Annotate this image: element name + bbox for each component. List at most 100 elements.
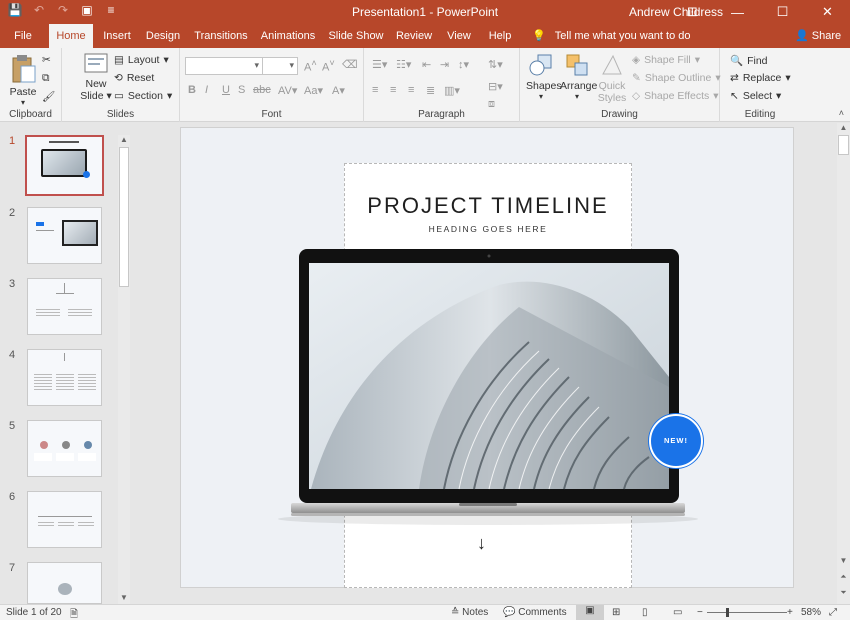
spell-check-icon[interactable]: 🗎 <box>70 607 78 620</box>
ribbon: Paste ▾ ✂ ⧉ 🖌 Clipboard New Slide ▾ ▤ Layo… <box>0 48 850 122</box>
new-slide-button[interactable]: New Slide ▾ <box>80 52 112 102</box>
slide-thumbnail-7[interactable] <box>27 562 102 604</box>
bold-icon[interactable]: B <box>188 84 196 96</box>
font-color-icon[interactable]: A▾ <box>332 84 345 97</box>
drawing-group-label: Drawing <box>601 109 638 120</box>
font-family-select[interactable] <box>185 57 263 75</box>
tell-me-box[interactable]: 💡 Tell me what you want to do <box>532 24 691 48</box>
clipboard-icon <box>12 55 36 83</box>
quick-styles-button[interactable]: Quick Styles <box>596 52 628 104</box>
minimize-button[interactable]: — <box>715 0 760 24</box>
section-button[interactable]: ▭ Section ▾ <box>114 90 172 102</box>
reset-button[interactable]: ⟲ Reset <box>114 72 154 84</box>
tab-slide-show[interactable]: Slide Show <box>327 24 385 48</box>
close-button[interactable]: ✕ <box>805 0 850 24</box>
thumbnails-scrollbar[interactable]: ▲ ▼ <box>118 135 130 605</box>
shapes-button[interactable]: Shapes ▾ <box>526 52 562 101</box>
tab-home[interactable]: Home <box>49 24 93 48</box>
align-text-icon[interactable]: ⊟▾ <box>488 80 503 93</box>
status-bar: Slide 1 of 20 🗎 ≙ Notes 💬 Comments ▣ ⊞ ▯… <box>0 604 850 620</box>
italic-icon[interactable]: I <box>205 84 208 96</box>
shape-effects-button[interactable]: ◇ Shape Effects ▾ <box>632 90 719 102</box>
justify-icon[interactable]: ≣ <box>426 84 435 97</box>
normal-view-icon[interactable]: ▣ <box>576 605 604 620</box>
slide-thumbnail-1[interactable] <box>25 135 104 196</box>
align-left-icon[interactable]: ≡ <box>372 84 378 96</box>
decrease-indent-icon[interactable]: ⇤ <box>422 58 431 71</box>
font-size-select[interactable] <box>262 57 298 75</box>
comments-button[interactable]: 💬 Comments <box>503 607 567 618</box>
slide-sorter-icon[interactable]: ⊞ <box>612 607 620 618</box>
notes-button[interactable]: ≙ Notes <box>451 607 488 618</box>
slide-canvas[interactable]: PROJECT TIMELINE HEADING GOES HERE NEW! … <box>180 127 794 588</box>
thumbnail-number: 7 <box>9 562 16 574</box>
change-case-icon[interactable]: Aa▾ <box>304 84 323 97</box>
scrollbar-thumb[interactable] <box>838 135 849 155</box>
scroll-up-arrow-icon[interactable]: ▲ <box>118 135 130 147</box>
new-badge[interactable]: NEW! <box>649 414 703 468</box>
clipboard-group-label: Clipboard <box>9 109 52 120</box>
slide-title[interactable]: PROJECT TIMELINE <box>344 193 632 219</box>
increase-indent-icon[interactable]: ⇥ <box>440 58 449 71</box>
format-painter-button[interactable]: 🖌 <box>42 90 55 103</box>
find-button[interactable]: 🔍 Find <box>730 54 768 68</box>
tab-animations[interactable]: Animations <box>258 24 318 48</box>
tab-file[interactable]: File <box>4 24 42 48</box>
tab-design[interactable]: Design <box>142 24 184 48</box>
replace-button[interactable]: ⇄ Replace ▾ <box>730 72 791 84</box>
laptop-image[interactable] <box>269 247 707 527</box>
previous-slide-icon[interactable]: ⏶ <box>837 572 850 584</box>
shadow-icon[interactable]: S <box>238 84 245 96</box>
clear-formatting-icon[interactable]: ⌫ <box>342 58 358 71</box>
tab-transitions[interactable]: Transitions <box>190 24 252 48</box>
shape-fill-button[interactable]: ◈ Shape Fill ▾ <box>632 54 700 66</box>
layout-button[interactable]: ▤ Layout ▾ <box>114 54 169 66</box>
zoom-in-icon[interactable]: + <box>787 607 793 618</box>
slide-thumbnail-3[interactable] <box>27 278 102 335</box>
scroll-down-arrow-icon[interactable]: ▼ <box>837 556 850 568</box>
maximize-button[interactable]: ☐ <box>760 0 805 24</box>
editor-scrollbar[interactable]: ▲ ▼ ⏶ ⏷ <box>837 123 850 604</box>
tab-view[interactable]: View <box>445 24 473 48</box>
shrink-font-icon[interactable]: A˅ <box>322 58 335 74</box>
grow-font-icon[interactable]: A˄ <box>304 58 317 74</box>
scroll-up-arrow-icon[interactable]: ▲ <box>837 123 850 135</box>
slide-thumbnail-2[interactable] <box>27 207 102 264</box>
share-button[interactable]: 👤 Share <box>795 24 841 48</box>
align-center-icon[interactable]: ≡ <box>390 84 396 96</box>
zoom-slider-knob[interactable] <box>726 608 729 617</box>
copy-button[interactable]: ⧉ <box>42 72 50 85</box>
ribbon-display-options-icon[interactable]: ⊡ <box>670 0 715 24</box>
strikethrough-icon[interactable]: abc <box>253 84 271 96</box>
character-spacing-icon[interactable]: AV▾ <box>278 84 297 97</box>
slide-thumbnail-4[interactable] <box>27 349 102 406</box>
select-button[interactable]: ↖ Select ▾ <box>730 90 781 102</box>
columns-icon[interactable]: ▥▾ <box>444 84 460 97</box>
tab-review[interactable]: Review <box>393 24 435 48</box>
tab-insert[interactable]: Insert <box>98 24 136 48</box>
zoom-out-icon[interactable]: − <box>697 607 703 618</box>
collapse-ribbon-icon[interactable]: ˄ <box>839 108 844 118</box>
slide-subtitle[interactable]: HEADING GOES HERE <box>344 224 632 234</box>
slide-thumbnail-5[interactable] <box>27 420 102 477</box>
underline-icon[interactable]: U <box>222 84 230 96</box>
arrange-button[interactable]: Arrange ▾ <box>560 52 597 101</box>
bullets-icon[interactable]: ☰▾ <box>372 58 387 71</box>
text-direction-icon[interactable]: ⇅▾ <box>488 58 503 71</box>
zoom-level[interactable]: 58% <box>801 607 821 618</box>
scrollbar-thumb[interactable] <box>119 147 129 287</box>
align-right-icon[interactable]: ≡ <box>408 84 414 96</box>
cut-button[interactable]: ✂ <box>42 54 51 66</box>
next-slide-icon[interactable]: ⏷ <box>837 588 850 600</box>
zoom-slider[interactable] <box>707 612 787 613</box>
slide-show-icon[interactable]: ▭ <box>673 607 682 618</box>
paste-button[interactable]: Paste ▾ <box>6 54 40 107</box>
line-spacing-icon[interactable]: ↕▾ <box>458 58 469 71</box>
clipboard-group: Paste ▾ ✂ ⧉ 🖌 Clipboard <box>0 48 62 122</box>
reading-view-icon[interactable]: ▯ <box>642 607 648 618</box>
tab-help[interactable]: Help <box>484 24 516 48</box>
fit-slide-icon[interactable]: ⤢ <box>829 607 837 618</box>
shape-outline-button[interactable]: ✎ Shape Outline ▾ <box>632 72 721 84</box>
slide-thumbnail-6[interactable] <box>27 491 102 548</box>
numbering-icon[interactable]: ☷▾ <box>396 58 411 71</box>
